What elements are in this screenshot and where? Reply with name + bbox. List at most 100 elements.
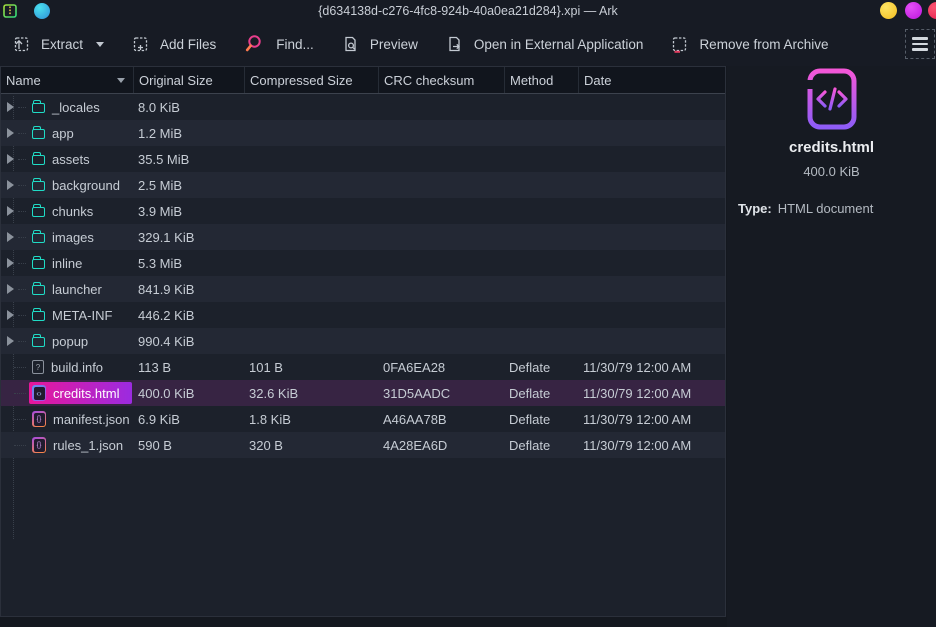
entry-date: 11/30/79 12:00 AM: [578, 386, 725, 401]
column-header-compressed-size[interactable]: Compressed Size: [244, 67, 378, 93]
expand-arrow-icon[interactable]: [7, 128, 14, 138]
toolbar: Extract Add Files Find... Preview Open i…: [0, 22, 936, 66]
table-row[interactable]: _locales 8.0 KiB: [1, 94, 725, 120]
titlebar: {d634138d-c276-4fc8-924b-40a0ea21d284}.x…: [0, 0, 936, 22]
minimize-button[interactable]: [880, 2, 897, 19]
expand-arrow-icon[interactable]: [7, 284, 14, 294]
column-header-name[interactable]: Name: [1, 67, 133, 93]
hamburger-icon: [912, 37, 928, 51]
tree-branch: [14, 445, 26, 446]
column-header-method[interactable]: Method: [504, 67, 578, 93]
table-row[interactable]: background 2.5 MiB: [1, 172, 725, 198]
window-title: {d634138d-c276-4fc8-924b-40a0ea21d284}.x…: [0, 0, 936, 22]
folder-icon: [32, 129, 45, 139]
entry-date: 11/30/79 12:00 AM: [578, 438, 725, 453]
expand-arrow-icon[interactable]: [7, 154, 14, 164]
expand-arrow-icon[interactable]: [7, 310, 14, 320]
entry-date: 11/30/79 12:00 AM: [578, 412, 725, 427]
expand-arrow-icon[interactable]: [7, 336, 14, 346]
folder-icon: [32, 181, 45, 191]
tree-branch: [18, 211, 26, 212]
file-generic-icon: ?: [32, 360, 44, 374]
open-external-label: Open in External Application: [474, 37, 644, 52]
column-header-crc-checksum[interactable]: CRC checksum: [378, 67, 504, 93]
extract-dropdown-caret-icon[interactable]: [96, 42, 104, 47]
entry-method: Deflate: [504, 360, 578, 375]
sort-descending-icon: [117, 78, 125, 83]
folder-icon: [32, 233, 45, 243]
entry-original-size: 400.0 KiB: [133, 386, 244, 401]
archive-table: Name Original Size Compressed Size CRC c…: [0, 66, 726, 617]
entry-method: Deflate: [504, 386, 578, 401]
tree-branch: [18, 289, 26, 290]
table-row[interactable]: launcher 841.9 KiB: [1, 276, 725, 302]
entry-original-size: 990.4 KiB: [133, 334, 244, 349]
table-row[interactable]: manifest.json 6.9 KiB 1.8 KiB A46AA78B D…: [1, 406, 725, 432]
remove-from-archive-icon: [670, 35, 688, 53]
table-row[interactable]: assets 35.5 MiB: [1, 146, 725, 172]
table-row[interactable]: popup 990.4 KiB: [1, 328, 725, 354]
add-files-button[interactable]: Add Files: [131, 35, 216, 53]
entry-compressed-size: 32.6 KiB: [244, 386, 378, 401]
table-header: Name Original Size Compressed Size CRC c…: [1, 67, 725, 94]
info-type-value: HTML document: [778, 201, 874, 216]
entry-original-size: 590 B: [133, 438, 244, 453]
entry-compressed-size: 1.8 KiB: [244, 412, 378, 427]
entry-name: popup: [52, 334, 88, 349]
table-row[interactable]: ? build.info 113 B 101 B 0FA6EA28 Deflat…: [1, 354, 725, 380]
entry-method: Deflate: [504, 438, 578, 453]
open-external-icon: [445, 35, 463, 53]
file-info-panel: credits.html 400.0 KiB Type:HTML documen…: [727, 66, 936, 627]
table-row[interactable]: rules_1.json 590 B 320 B 4A28EA6D Deflat…: [1, 432, 725, 458]
table-row[interactable]: META-INF 446.2 KiB: [1, 302, 725, 328]
add-files-icon: [131, 35, 149, 53]
folder-icon: [32, 259, 45, 269]
column-header-date[interactable]: Date: [578, 67, 725, 93]
tree-branch: [18, 107, 26, 108]
entry-original-size: 329.1 KiB: [133, 230, 244, 245]
tree-branch: [18, 237, 26, 238]
table-row[interactable]: app 1.2 MiB: [1, 120, 725, 146]
entry-name: background: [52, 178, 120, 193]
expand-arrow-icon[interactable]: [7, 102, 14, 112]
tree-branch: [14, 393, 26, 394]
info-file-name: credits.html: [789, 139, 874, 156]
entry-name: assets: [52, 152, 90, 167]
entry-crc-checksum: 31D5AADC: [378, 386, 504, 401]
table-row[interactable]: inline 5.3 MiB: [1, 250, 725, 276]
entry-method: Deflate: [504, 412, 578, 427]
tree-branch: [18, 263, 26, 264]
entry-original-size: 113 B: [133, 360, 244, 375]
entry-compressed-size: 320 B: [244, 438, 378, 453]
table-row[interactable]: chunks 3.9 MiB: [1, 198, 725, 224]
folder-icon: [32, 311, 45, 321]
open-external-button[interactable]: Open in External Application: [445, 35, 644, 53]
add-files-label: Add Files: [160, 37, 216, 52]
table-row[interactable]: images 329.1 KiB: [1, 224, 725, 250]
entry-name: launcher: [52, 282, 102, 297]
expand-arrow-icon[interactable]: [7, 258, 14, 268]
entry-name: inline: [52, 256, 82, 271]
file-html-icon: [32, 385, 46, 401]
find-button[interactable]: Find...: [243, 33, 314, 55]
tree-branch: [18, 133, 26, 134]
entry-crc-checksum: A46AA78B: [378, 412, 504, 427]
column-header-original-size[interactable]: Original Size: [133, 67, 244, 93]
expand-arrow-icon[interactable]: [7, 206, 14, 216]
maximize-button[interactable]: [905, 2, 922, 19]
entry-name: images: [52, 230, 94, 245]
expand-arrow-icon[interactable]: [7, 180, 14, 190]
table-row[interactable]: credits.html 400.0 KiB 32.6 KiB 31D5AADC…: [1, 380, 725, 406]
preview-button[interactable]: Preview: [341, 35, 418, 53]
extract-button[interactable]: Extract: [12, 35, 104, 53]
html-code-document-icon: [799, 66, 865, 132]
remove-from-archive-button[interactable]: Remove from Archive: [670, 35, 828, 53]
entry-date: 11/30/79 12:00 AM: [578, 360, 725, 375]
entry-original-size: 5.3 MiB: [133, 256, 244, 271]
entry-original-size: 2.5 MiB: [133, 178, 244, 193]
folder-icon: [32, 207, 45, 217]
expand-arrow-icon[interactable]: [7, 232, 14, 242]
menu-button[interactable]: [905, 29, 935, 59]
tree-branch: [14, 419, 26, 420]
entry-name: rules_1.json: [53, 438, 123, 453]
